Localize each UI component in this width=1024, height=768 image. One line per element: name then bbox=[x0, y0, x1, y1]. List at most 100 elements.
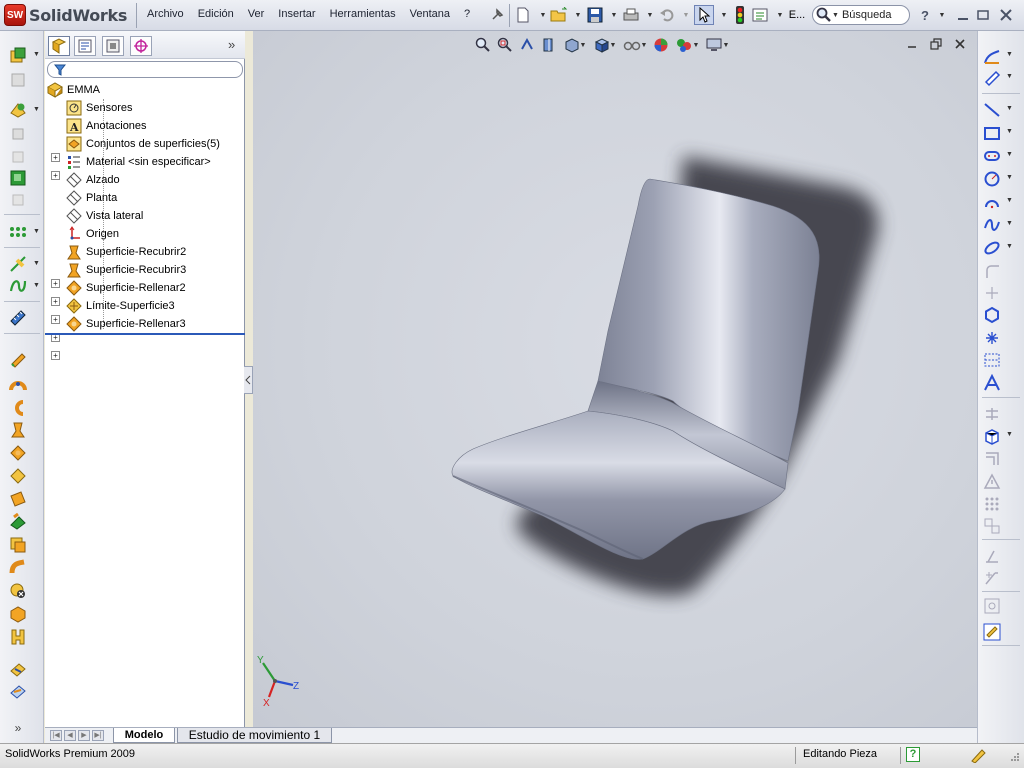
tree-item-sensores[interactable]: Sensores bbox=[66, 99, 132, 117]
chevron-down-icon[interactable]: ▼ bbox=[1006, 73, 1013, 80]
expand-toggle[interactable]: + bbox=[51, 351, 60, 360]
chevron-down-icon[interactable]: ▼ bbox=[1006, 220, 1013, 227]
close-window-button[interactable] bbox=[998, 7, 1014, 23]
minimize-window-button[interactable] bbox=[955, 7, 971, 23]
chevron-down-icon[interactable]: ▼ bbox=[771, 6, 789, 24]
tree-item-vista-lateral[interactable]: Vista lateral bbox=[66, 207, 143, 225]
tab-configuration-manager[interactable] bbox=[102, 36, 124, 56]
chevron-down-icon[interactable]: ▼ bbox=[1006, 151, 1013, 158]
save-button[interactable] bbox=[586, 6, 604, 24]
toolbar-overflow-button[interactable]: E... bbox=[788, 6, 806, 24]
open-button[interactable] bbox=[550, 6, 568, 24]
expand-toggle[interactable]: + bbox=[51, 279, 60, 288]
delete-face-button[interactable] bbox=[8, 536, 28, 554]
collapse-panel-button[interactable] bbox=[244, 366, 253, 394]
lofted-surface-button[interactable] bbox=[8, 125, 28, 143]
chevron-down-icon[interactable]: ▼ bbox=[677, 6, 695, 24]
search-box[interactable]: ▼ Búsqueda bbox=[812, 5, 910, 25]
chevron-down-icon[interactable]: ▼ bbox=[569, 6, 587, 24]
untrim-surface-button[interactable] bbox=[8, 605, 28, 623]
chevron-down-icon[interactable]: ▼ bbox=[1006, 174, 1013, 181]
restore-window-button[interactable] bbox=[975, 7, 991, 23]
cut-with-surface-button[interactable] bbox=[8, 582, 28, 600]
linear-pattern-button[interactable] bbox=[8, 223, 28, 241]
tree-item-superficie-recubrir2[interactable]: Superficie-Recubrir2 bbox=[66, 243, 186, 261]
mirror-entities-button[interactable] bbox=[982, 473, 1002, 491]
expand-toggle[interactable]: + bbox=[51, 297, 60, 306]
pin-icon[interactable] bbox=[488, 6, 506, 24]
menu-insertar[interactable]: Insertar bbox=[271, 8, 322, 20]
quick-tips-button[interactable]: ? bbox=[906, 747, 920, 762]
revolved-surface-button[interactable] bbox=[8, 71, 28, 89]
swept-surface-button[interactable] bbox=[8, 101, 28, 119]
convert-entities-button[interactable] bbox=[982, 427, 1002, 445]
trim-surface-button[interactable] bbox=[8, 399, 28, 417]
tab-property-manager[interactable] bbox=[74, 36, 96, 56]
reference-geometry-button[interactable] bbox=[8, 255, 28, 273]
menu-archivo[interactable]: Archivo bbox=[140, 8, 191, 20]
chair-surface-model[interactable] bbox=[253, 31, 977, 727]
menu-edicion[interactable]: Edición bbox=[191, 8, 241, 20]
tree-item-limite-superficie3[interactable]: Límite-Superficie3 bbox=[66, 297, 175, 315]
chevron-down-icon[interactable]: ▼ bbox=[1006, 243, 1013, 250]
sketch-text-button[interactable] bbox=[982, 374, 1002, 392]
sketch-button[interactable] bbox=[982, 47, 1002, 65]
print-button[interactable] bbox=[622, 6, 640, 24]
polygon-button[interactable] bbox=[982, 306, 1002, 324]
rectangle-button[interactable] bbox=[982, 124, 1002, 142]
trim-entities-button[interactable] bbox=[982, 405, 1002, 423]
tree-item-planta[interactable]: Planta bbox=[66, 189, 117, 207]
knit-surface-button[interactable] bbox=[8, 376, 28, 394]
arc-button[interactable] bbox=[982, 193, 1002, 211]
tree-item-conjuntos-superficies[interactable]: Conjuntos de superficies(5) bbox=[66, 135, 220, 153]
rebuild-button[interactable] bbox=[731, 6, 749, 24]
tree-item-alzado[interactable]: Alzado bbox=[66, 171, 120, 189]
menu-ver[interactable]: Ver bbox=[241, 8, 272, 20]
mid-surface-button[interactable] bbox=[8, 628, 28, 646]
add-relation-button[interactable] bbox=[982, 569, 1002, 587]
graphics-area[interactable]: ▼ ▼ ▼ ▼ ▼ Y X Z bbox=[253, 31, 977, 727]
chevron-down-icon[interactable]: ▼ bbox=[33, 228, 40, 235]
surface-flatten-button[interactable] bbox=[8, 661, 28, 679]
tab-dimxpert-manager[interactable] bbox=[130, 36, 152, 56]
chevron-down-icon[interactable]: ▼ bbox=[641, 6, 659, 24]
planar-surface-button[interactable] bbox=[8, 490, 28, 508]
tree-item-superficie-recubrir3[interactable]: Superficie-Recubrir3 bbox=[66, 261, 186, 279]
tree-item-superficie-rellenar2[interactable]: Superficie-Rellenar2 bbox=[66, 279, 186, 297]
first-tab-button[interactable]: |◀ bbox=[50, 730, 62, 741]
smart-dimension-button[interactable] bbox=[982, 69, 1002, 87]
prev-tab-button[interactable]: ◀ bbox=[64, 730, 76, 741]
repair-sketch-button[interactable] bbox=[982, 597, 1002, 615]
spline-button[interactable] bbox=[982, 216, 1002, 234]
move-entities-button[interactable] bbox=[982, 517, 1002, 535]
quick-snaps-button[interactable] bbox=[982, 623, 1002, 641]
free-form-button[interactable] bbox=[8, 683, 28, 701]
expand-tabs-chevron-icon[interactable]: » bbox=[228, 37, 235, 52]
tree-item-material[interactable]: Material <sin especificar> bbox=[66, 153, 211, 171]
thicken-button[interactable] bbox=[8, 351, 28, 369]
ellipse-button[interactable] bbox=[982, 239, 1002, 257]
ruled-surface-button[interactable] bbox=[8, 467, 28, 485]
chevron-down-icon[interactable]: ▼ bbox=[1006, 431, 1013, 438]
plane-sketch-button[interactable] bbox=[982, 284, 1002, 302]
menu-herramientas[interactable]: Herramientas bbox=[323, 8, 403, 20]
expand-toggle[interactable]: + bbox=[51, 171, 60, 180]
offset-surface-button[interactable] bbox=[8, 169, 28, 187]
expand-toggle[interactable]: + bbox=[51, 153, 60, 162]
chevron-down-icon[interactable]: ▼ bbox=[33, 51, 40, 58]
feature-filter-input[interactable] bbox=[47, 61, 243, 78]
slot-button[interactable] bbox=[982, 147, 1002, 165]
tree-item-anotaciones[interactable]: A Anotaciones bbox=[66, 117, 147, 135]
tree-root-part[interactable]: EMMA bbox=[47, 81, 100, 99]
offset-entities-button[interactable] bbox=[982, 450, 1002, 468]
tab-estudio-movimiento[interactable]: Estudio de movimiento 1 bbox=[177, 728, 332, 743]
new-document-button[interactable] bbox=[514, 6, 532, 24]
help-button[interactable]: ? bbox=[916, 6, 934, 24]
menu-ventana[interactable]: Ventana bbox=[403, 8, 457, 20]
replace-face-button[interactable] bbox=[8, 559, 28, 577]
line-button[interactable] bbox=[982, 101, 1002, 119]
chevron-down-icon[interactable]: ▼ bbox=[33, 106, 40, 113]
resize-grip-icon[interactable] bbox=[1008, 752, 1020, 767]
fill-surface-button[interactable] bbox=[8, 444, 28, 462]
move-face-button[interactable] bbox=[8, 513, 28, 531]
